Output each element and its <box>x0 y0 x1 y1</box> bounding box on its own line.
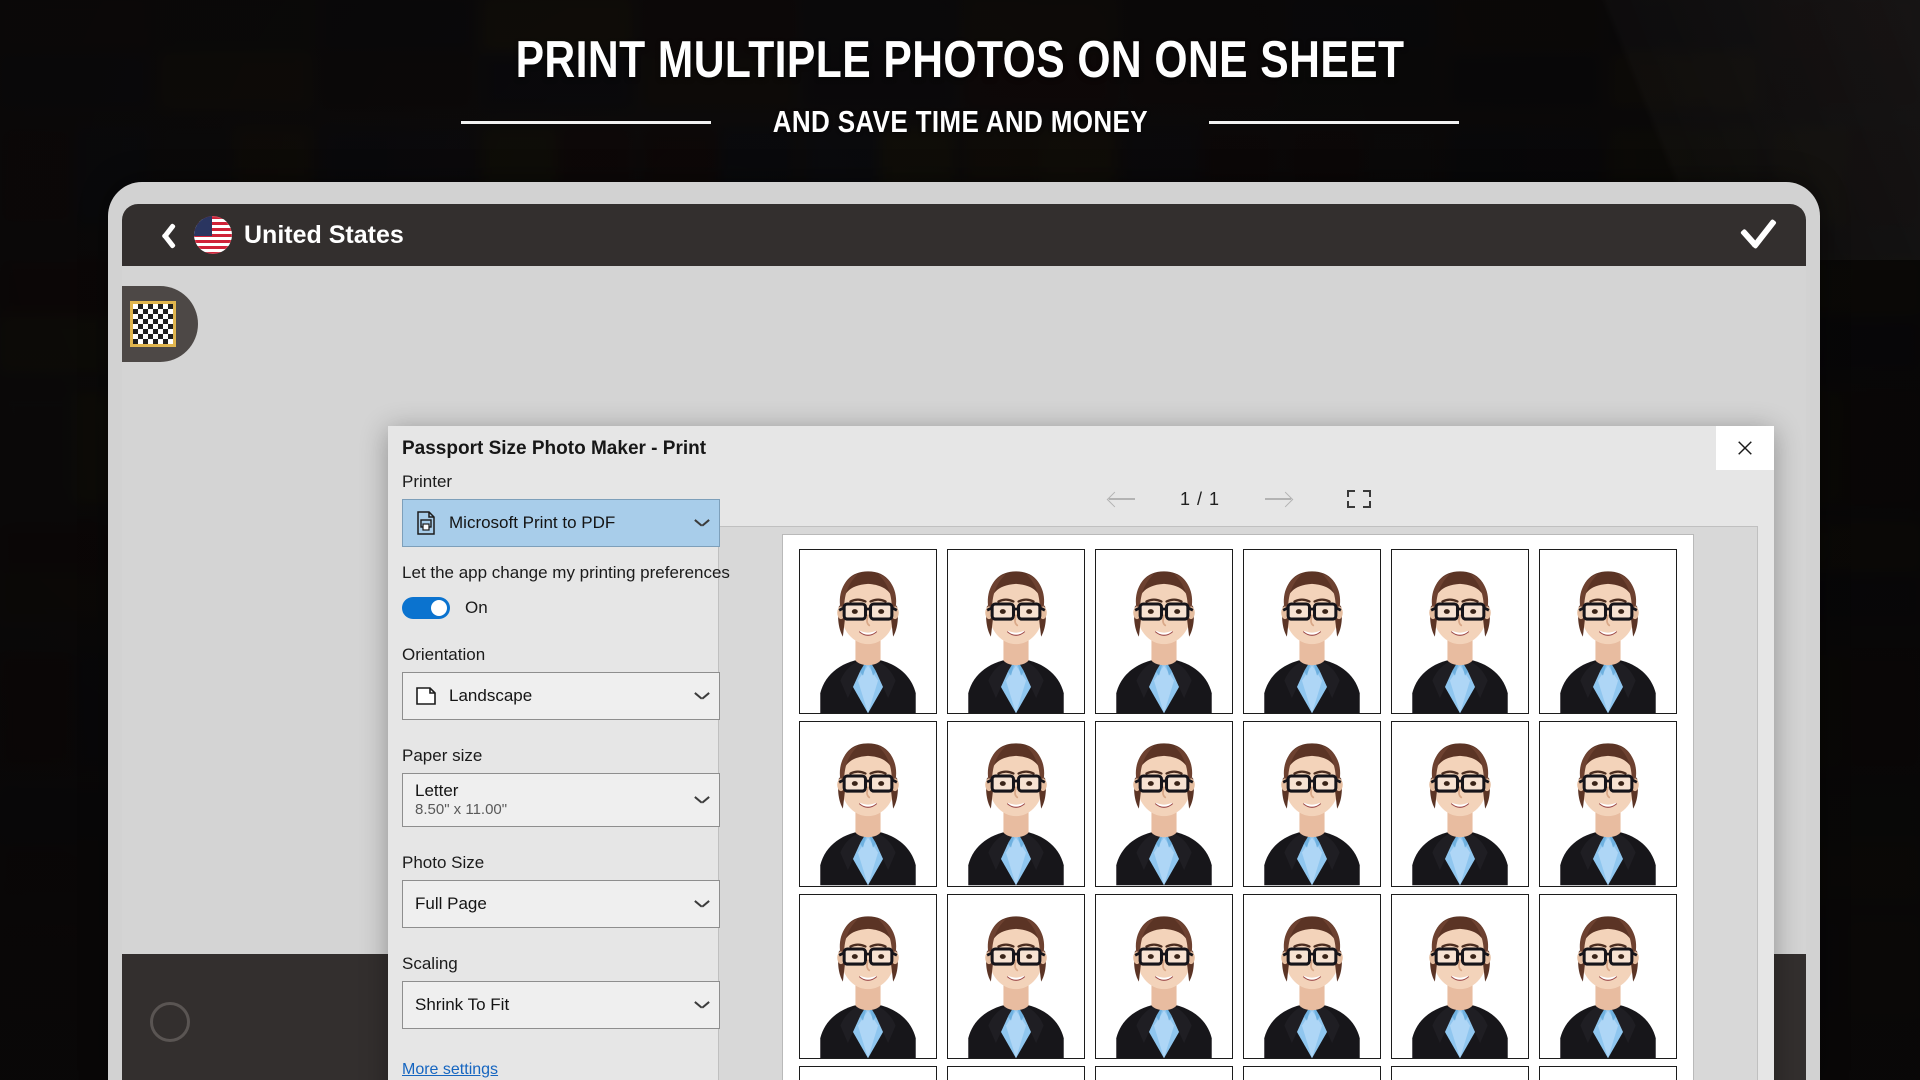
chevron-down-icon <box>695 900 709 909</box>
close-icon[interactable] <box>1716 426 1774 470</box>
checkerboard-thumbnail[interactable] <box>130 301 176 347</box>
print-dialog: Passport Size Photo Maker - Print Printe… <box>388 426 1774 1080</box>
photo-cell <box>1095 1065 1233 1080</box>
photo-cell <box>1391 1065 1529 1080</box>
photo-cell <box>947 721 1085 887</box>
banner-subtitle-row: AND SAVE TIME AND MONEY <box>460 104 1460 140</box>
checkmark-icon[interactable] <box>1734 212 1780 258</box>
toggle-knob <box>431 600 447 616</box>
scaling-label: Scaling <box>402 954 458 973</box>
us-flag-icon <box>194 216 232 254</box>
printer-pdf-icon <box>415 511 437 535</box>
scaling-value: Shrink To Fit <box>415 995 510 1015</box>
app-header: United States <box>122 204 1806 266</box>
photo-cell <box>1095 549 1233 715</box>
printing-preferences-label: Let the app change my printing preferenc… <box>402 563 730 582</box>
photo-cell <box>1391 549 1529 715</box>
chevron-down-icon <box>695 692 709 701</box>
paper-size-dimensions: 8.50" x 11.00" <box>415 801 508 819</box>
photo-cell <box>799 549 937 715</box>
photo-cell <box>799 893 937 1059</box>
photo-size-select[interactable]: Full Page <box>402 880 720 928</box>
paper-size-select[interactable]: Letter 8.50" x 11.00" <box>402 773 720 827</box>
settings-pane: Printer Microsoft Print to PDF Let the a… <box>388 472 730 1080</box>
paper-size-value-wrap: Letter 8.50" x 11.00" <box>415 781 687 820</box>
scaling-field: Scaling Shrink To Fit <box>402 954 720 1029</box>
arrow-right-icon[interactable] <box>1261 489 1295 509</box>
page-indicator: 1 / 1 <box>1179 488 1221 509</box>
chevron-down-icon <box>695 519 709 528</box>
bottom-tool-icon-1[interactable] <box>150 1002 190 1042</box>
photo-cell <box>799 1065 937 1080</box>
toggle-state-label: On <box>465 598 488 617</box>
photo-cell <box>947 893 1085 1059</box>
tablet-device-frame: United States Passport Size Photo Maker … <box>108 182 1820 1080</box>
arrow-left-icon[interactable] <box>1105 489 1139 509</box>
more-settings-link[interactable]: More settings <box>402 1061 498 1079</box>
banner-rule-left <box>460 120 711 124</box>
photo-cell <box>1095 893 1233 1059</box>
paper-size-label: Paper size <box>402 746 483 765</box>
scaling-value-wrap: Shrink To Fit <box>415 995 687 1015</box>
dialog-titlebar: Passport Size Photo Maker - Print <box>388 426 1774 472</box>
thumbnail-rail[interactable] <box>122 286 198 362</box>
scaling-select[interactable]: Shrink To Fit <box>402 981 720 1029</box>
banner-title: PRINT MULTIPLE PHOTOS ON ONE SHEET <box>515 31 1405 89</box>
photo-cell <box>1095 721 1233 887</box>
photo-cell <box>1243 549 1381 715</box>
photo-cell <box>947 549 1085 715</box>
photo-cell <box>1391 721 1529 887</box>
printing-preferences-toggle[interactable] <box>402 597 450 619</box>
orientation-label: Orientation <box>402 645 486 664</box>
photo-size-value-wrap: Full Page <box>415 894 687 914</box>
fit-to-screen-icon[interactable] <box>1347 490 1371 508</box>
photo-size-label: Photo Size <box>402 853 485 872</box>
orientation-value-wrap: Landscape <box>449 686 687 706</box>
printer-value-wrap: Microsoft Print to PDF <box>449 513 687 533</box>
photo-cell <box>1391 893 1529 1059</box>
photo-cell <box>1539 893 1677 1059</box>
photo-cell <box>1243 721 1381 887</box>
photo-cell <box>1539 1065 1677 1080</box>
paper-size-value: Letter <box>415 780 459 800</box>
promo-banner: PRINT MULTIPLE PHOTOS ON ONE SHEET AND S… <box>0 0 1920 175</box>
orientation-value: Landscape <box>449 686 533 706</box>
banner-subtitle: AND SAVE TIME AND MONEY <box>772 104 1148 139</box>
preview-surface[interactable] <box>718 526 1758 1080</box>
chevron-down-icon <box>695 796 709 805</box>
photo-size-field: Photo Size Full Page <box>402 853 720 928</box>
photo-cell <box>1539 721 1677 887</box>
photo-size-value: Full Page <box>415 894 487 914</box>
preview-toolbar: 1 / 1 <box>718 472 1758 526</box>
paper-sheet <box>783 535 1693 1080</box>
printer-label: Printer <box>402 472 453 491</box>
photo-cell <box>1243 893 1381 1059</box>
preview-pane: 1 / 1 <box>718 472 1774 1080</box>
printing-preferences-toggle-row: On <box>402 597 704 619</box>
paper-size-field: Paper size Letter 8.50" x 11.00" <box>402 746 720 827</box>
photo-cell <box>799 721 937 887</box>
country-label: United States <box>244 220 404 249</box>
device-screen: United States Passport Size Photo Maker … <box>122 204 1806 1080</box>
dialog-title: Passport Size Photo Maker - Print <box>402 438 707 459</box>
photo-cell <box>1243 1065 1381 1080</box>
photo-cell <box>947 1065 1085 1080</box>
photo-grid <box>799 549 1677 1080</box>
dialog-content: Printer Microsoft Print to PDF Let the a… <box>388 472 1774 1080</box>
photo-cell <box>1539 549 1677 715</box>
orientation-select[interactable]: Landscape <box>402 672 720 720</box>
chevron-down-icon <box>695 1001 709 1010</box>
banner-rule-right <box>1209 120 1460 124</box>
printer-value: Microsoft Print to PDF <box>449 513 616 533</box>
orientation-field: Orientation Landscape <box>402 645 720 720</box>
printer-select[interactable]: Microsoft Print to PDF <box>402 499 720 547</box>
back-chevron-icon[interactable] <box>148 218 182 252</box>
page-landscape-icon <box>415 686 437 706</box>
